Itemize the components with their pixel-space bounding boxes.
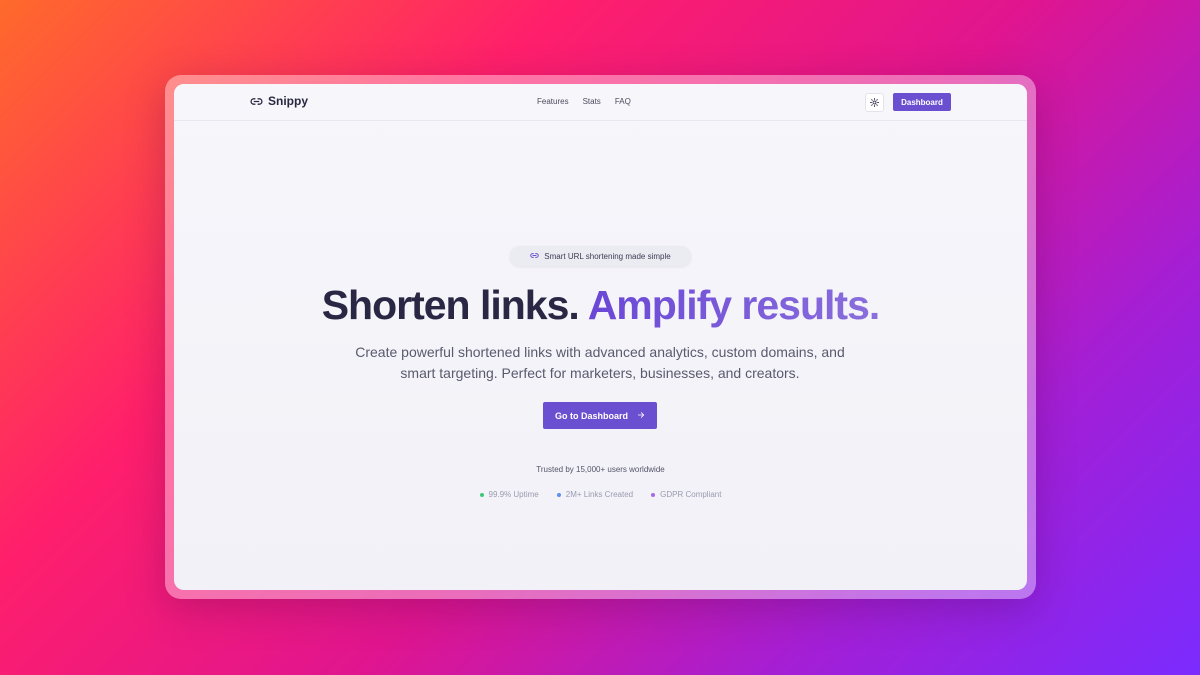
arrow-right-icon	[637, 411, 645, 421]
app-window: Snippy Features Stats FAQ Dashboard Smar…	[174, 84, 1027, 590]
dashboard-button[interactable]: Dashboard	[893, 93, 951, 111]
hero-subtitle-line: Create powerful shortened links with adv…	[355, 344, 845, 360]
stat-uptime: 99.9% Uptime	[479, 490, 539, 499]
nav-link-faq[interactable]: FAQ	[615, 97, 631, 106]
stat-links-created: 2M+ Links Created	[556, 490, 634, 499]
theme-toggle-button[interactable]	[865, 93, 884, 112]
hero-badge: Smart URL shortening made simple	[510, 246, 691, 266]
link-icon	[530, 251, 540, 262]
stats-row: 99.9% Uptime 2M+ Links Created GDPR Comp…	[174, 490, 1027, 499]
nav-links: Features Stats FAQ	[537, 97, 631, 106]
nav-link-features[interactable]: Features	[537, 97, 569, 106]
brand-logo[interactable]: Snippy	[250, 94, 308, 108]
hero-subtitle-line: smart targeting. Perfect for marketers, …	[400, 365, 800, 381]
stat-label: 2M+ Links Created	[565, 490, 634, 499]
sun-icon	[869, 94, 880, 112]
status-dot	[651, 492, 656, 497]
trusted-text: Trusted by 15,000+ users worldwide	[536, 465, 665, 474]
brand-name: Snippy	[268, 94, 309, 108]
navbar: Snippy Features Stats FAQ Dashboard	[174, 84, 1027, 121]
stat-label: GDPR Compliant	[660, 490, 722, 499]
go-to-dashboard-button[interactable]: Go to Dashboard	[543, 402, 657, 429]
hero-title: Shorten links. Amplify results.	[174, 282, 1027, 329]
nav-link-stats[interactable]: Stats	[583, 97, 601, 106]
stat-gdpr: GDPR Compliant	[651, 490, 721, 499]
hero-title-accent: Amplify results.	[587, 282, 881, 328]
hero-title-main: Shorten links.	[321, 282, 580, 328]
status-dot	[479, 492, 484, 497]
browser-frame: Snippy Features Stats FAQ Dashboard Smar…	[165, 75, 1036, 599]
hero-subtitle: Create powerful shortened links with adv…	[300, 342, 900, 384]
cta-label: Go to Dashboard	[554, 410, 628, 421]
status-dot	[556, 492, 561, 497]
stat-label: 99.9% Uptime	[488, 490, 539, 499]
hero-badge-label: Smart URL shortening made simple	[544, 251, 671, 261]
link-icon	[250, 95, 263, 108]
